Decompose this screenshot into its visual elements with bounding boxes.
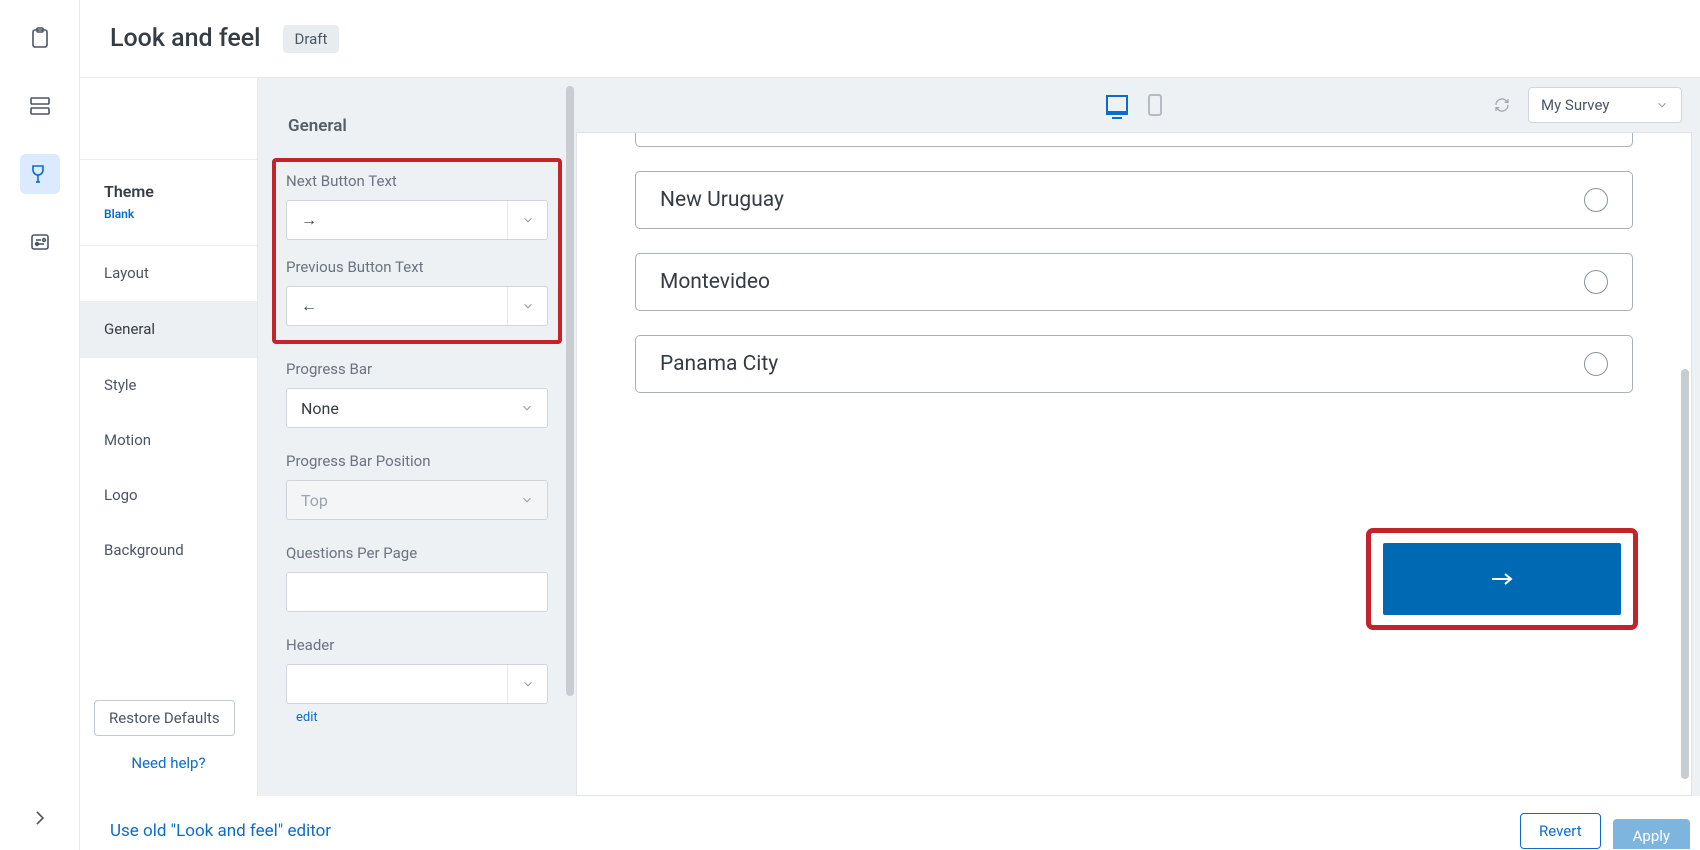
previous-button-text-select[interactable]: ←	[286, 286, 548, 326]
page-header: Look and feel Draft	[80, 0, 1700, 78]
sidebar-item-background[interactable]: Background	[80, 523, 257, 578]
mobile-icon[interactable]	[1148, 94, 1162, 116]
header-edit-link[interactable]: edit	[286, 704, 318, 725]
desktop-icon[interactable]	[1106, 95, 1128, 115]
footer: Use old "Look and feel" editor Revert Ap…	[80, 790, 1700, 850]
chevron-down-icon	[507, 201, 547, 239]
button-text-highlight: Next Button Text → Previous Button Text …	[274, 160, 560, 342]
preview-canvas: New Uruguay Montevideo Panama City	[576, 132, 1692, 796]
next-button-highlight	[1371, 533, 1633, 625]
rail-expand-icon[interactable]	[20, 798, 60, 838]
revert-button[interactable]: Revert	[1520, 813, 1601, 849]
rail-layout-icon[interactable]	[20, 86, 60, 126]
sidebar-item-layout[interactable]: Layout	[80, 246, 257, 301]
section-sidebar: Theme Blank Layout General Style Motion …	[80, 78, 258, 796]
questions-per-page-label: Questions Per Page	[286, 544, 548, 562]
survey-selector[interactable]: My Survey	[1528, 87, 1682, 123]
use-old-editor-link[interactable]: Use old "Look and feel" editor	[110, 821, 331, 841]
header-select[interactable]	[286, 664, 548, 704]
sidebar-item-motion[interactable]: Motion	[80, 413, 257, 468]
radio-option[interactable]: New Uruguay	[635, 171, 1633, 229]
questions-per-page-input[interactable]	[286, 572, 548, 612]
theme-name: Blank	[104, 207, 233, 221]
theme-box[interactable]: Theme Blank	[80, 160, 257, 246]
arrow-right-icon	[1490, 571, 1514, 587]
settings-panel: General Next Button Text → Previous Butt…	[258, 78, 576, 796]
chevron-down-icon	[1655, 98, 1669, 112]
progress-bar-position-select[interactable]: Top	[286, 480, 548, 520]
chevron-down-icon	[507, 665, 547, 703]
preview-column: My Survey New Uruguay Montevideo	[576, 78, 1700, 796]
preview-toolbar: My Survey	[576, 78, 1692, 132]
sidebar-item-style[interactable]: Style	[80, 357, 257, 413]
next-button-text-select[interactable]: →	[286, 200, 548, 240]
sidebar-item-general[interactable]: General	[80, 301, 257, 357]
refresh-icon[interactable]	[1494, 97, 1510, 113]
radio-option-cut[interactable]	[635, 133, 1633, 147]
left-icon-rail	[0, 0, 80, 850]
chevron-down-icon	[507, 481, 547, 519]
previous-button-text-label: Previous Button Text	[286, 258, 548, 276]
restore-defaults-button[interactable]: Restore Defaults	[94, 700, 235, 736]
need-help-link[interactable]: Need help?	[80, 736, 257, 796]
radio-option[interactable]: Montevideo	[635, 253, 1633, 311]
rail-options-icon[interactable]	[20, 222, 60, 262]
survey-next-button[interactable]	[1383, 543, 1621, 615]
progress-bar-label: Progress Bar	[286, 360, 548, 378]
apply-button[interactable]: Apply	[1613, 819, 1690, 849]
device-toggle	[1106, 94, 1162, 116]
radio-circle-icon	[1584, 188, 1608, 212]
progress-bar-position-label: Progress Bar Position	[286, 452, 548, 470]
settings-heading: General	[286, 78, 548, 160]
next-button-text-label: Next Button Text	[286, 172, 548, 190]
chevron-down-icon	[507, 389, 547, 427]
preview-scrollbar[interactable]	[1681, 369, 1689, 779]
radio-circle-icon	[1584, 270, 1608, 294]
progress-bar-select[interactable]: None	[286, 388, 548, 428]
section-nav-list: Layout General Style Motion Logo Backgro…	[80, 246, 257, 578]
page-title: Look and feel	[110, 24, 261, 53]
sidebar-item-logo[interactable]: Logo	[80, 468, 257, 523]
status-badge: Draft	[283, 25, 340, 53]
rail-survey-icon[interactable]	[20, 18, 60, 58]
radio-circle-icon	[1584, 352, 1608, 376]
header-label: Header	[286, 636, 548, 654]
rail-look-and-feel-icon[interactable]	[20, 154, 60, 194]
chevron-down-icon	[507, 287, 547, 325]
settings-scrollbar[interactable]	[566, 86, 574, 696]
radio-option[interactable]: Panama City	[635, 335, 1633, 393]
theme-label: Theme	[104, 182, 233, 201]
